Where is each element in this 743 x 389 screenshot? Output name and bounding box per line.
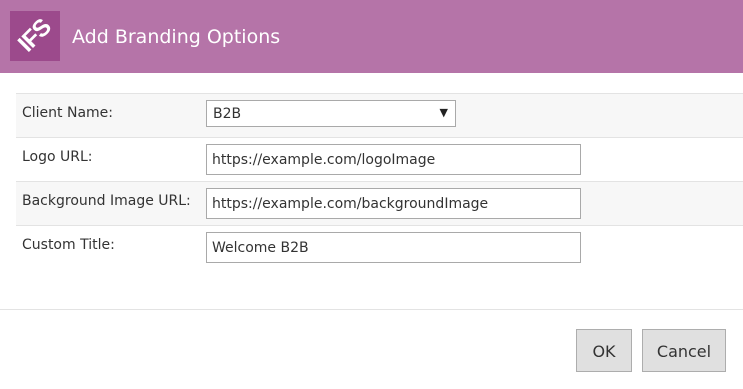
client-name-label: Client Name: xyxy=(22,105,113,121)
cancel-button[interactable]: Cancel xyxy=(642,329,726,372)
logo-url-row: Logo URL: xyxy=(16,138,743,182)
logo-url-input[interactable] xyxy=(206,144,581,175)
client-name-row: Client Name: B2B ▼ xyxy=(16,94,743,138)
ifs-logo-text: IFS xyxy=(12,13,57,58)
background-image-url-label: Background Image URL: xyxy=(22,193,191,209)
custom-title-input[interactable] xyxy=(206,232,581,263)
dropdown-arrow-icon: ▼ xyxy=(439,106,448,119)
ok-button[interactable]: OK xyxy=(576,329,632,372)
footer-divider xyxy=(0,309,743,310)
client-name-value: B2B xyxy=(213,106,242,122)
background-image-url-row: Background Image URL: xyxy=(16,182,743,226)
background-image-url-input[interactable] xyxy=(206,188,581,219)
client-name-select[interactable]: B2B ▼ xyxy=(206,100,456,127)
dialog-header: IFS Add Branding Options xyxy=(0,0,743,73)
ifs-logo: IFS xyxy=(10,11,60,61)
dialog-title: Add Branding Options xyxy=(72,26,281,48)
branding-form: Client Name: B2B ▼ Logo URL: Background … xyxy=(16,93,743,270)
add-branding-dialog: IFS Add Branding Options Client Name: B2… xyxy=(0,0,743,389)
logo-url-label: Logo URL: xyxy=(22,149,93,165)
custom-title-label: Custom Title: xyxy=(22,237,115,253)
custom-title-row: Custom Title: xyxy=(16,226,743,270)
